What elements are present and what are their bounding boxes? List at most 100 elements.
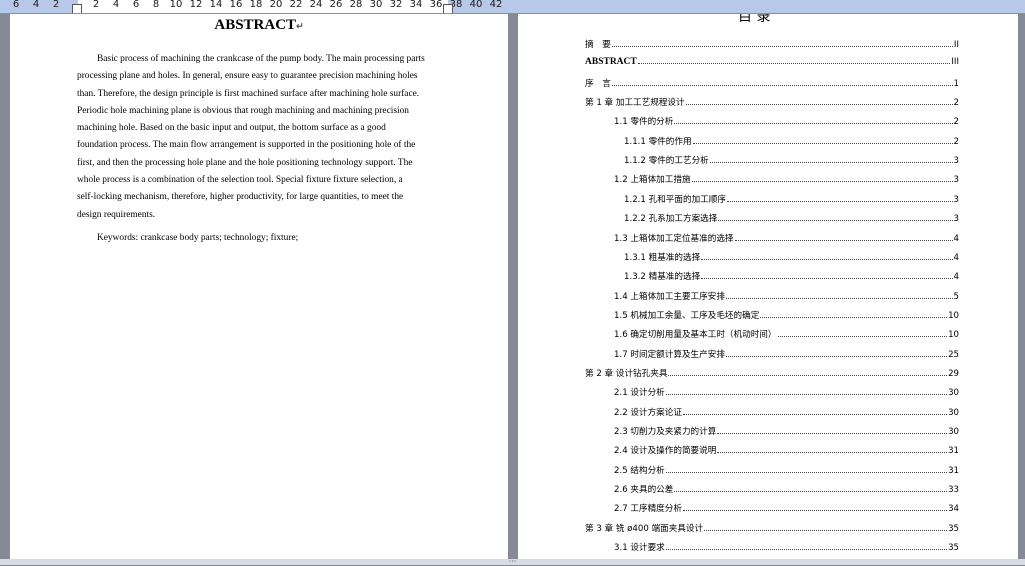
toc-entry[interactable]: 1.2 上箱体加工措施 3: [614, 173, 959, 187]
toc-leader-dots: [668, 374, 948, 376]
abstract-line: Basic process of machining the crankcase…: [97, 54, 425, 64]
toc-entry-page: 34: [948, 504, 959, 515]
abstract-body: Basic process of machining the crankcase…: [77, 51, 453, 224]
abstract-title-text: ABSTRACT: [214, 17, 297, 33]
toc-entry-label: 1.4 上箱体加工主要工序安排: [614, 291, 725, 302]
toc-entry-label: 1.2.2 孔系加工方案选择: [624, 214, 718, 225]
ruler-tick-label: 30: [369, 0, 383, 10]
ruler-tick-label: 2: [52, 0, 60, 10]
ruler-tick-label: 36: [429, 0, 443, 10]
toc-leader-dots: [704, 529, 948, 531]
toc-leader-dots: [685, 103, 953, 106]
toc-leader-dots: [611, 84, 953, 86]
toc-entry[interactable]: 第 1 章 加工工艺规程设计 2: [585, 96, 959, 110]
toc-entry[interactable]: 2.4 设计及操作的简要说明 31: [614, 444, 959, 458]
toc-entry[interactable]: 1.1 零件的分析 2: [614, 115, 959, 129]
horizontal-ruler[interactable]: 6 4 2 2 4 6 8 10 12 14 16 18 20 22 24 26 28 30 32 34 36 38 40 4…: [0, 0, 1025, 14]
ruler-tick-label: 12: [189, 0, 203, 10]
ruler-tick-label: 14: [209, 0, 223, 10]
toc-entry-page: 3: [953, 175, 959, 186]
toc-entry-page: 29: [948, 368, 959, 379]
left-indent-marker[interactable]: [72, 4, 82, 13]
toc-leader-dots: [717, 451, 948, 454]
toc-leader-dots: [665, 548, 948, 551]
toc-entry-page: 31: [948, 465, 959, 476]
toc-entry-page: III: [951, 57, 959, 68]
toc-entry-label: 1.1.1 零件的作用: [624, 136, 692, 147]
toc-entry[interactable]: 1.3.2 精基准的选择 4: [624, 270, 959, 284]
ruler-tick-label: 6: [132, 0, 140, 10]
toc-entry[interactable]: 1.1.1 零件的作用 2: [624, 135, 959, 149]
toc-entry[interactable]: 2.7 工序精度分析 34: [614, 502, 959, 516]
page-gap: [508, 14, 518, 559]
toc-page: 目 录 摘 要 II ABSTRACT III 序 言1第 1 章 加工工艺规程设计 2 1…: [518, 14, 1018, 559]
ruler-tick-label: 16: [229, 0, 243, 10]
toc-leader-dots: [734, 239, 953, 241]
toc-leader-dots: [665, 393, 948, 396]
abstract-line: Periodic hole machining plane is obvious…: [77, 105, 409, 116]
ruler-tick-label: 24: [309, 0, 323, 10]
toc-entry-label: 第 2 章 设计钻孔夹具: [585, 368, 668, 379]
toc-entry-label: 2.3 切削力及夹紧力的计算: [614, 427, 717, 437]
toc-entry[interactable]: 2.5 结构分析 31: [614, 464, 959, 478]
toc-leader-dots: [717, 432, 948, 434]
toc-entry-page: 3: [953, 194, 959, 205]
toc-entry[interactable]: 2.3 切削力及夹紧力的计算 30: [614, 425, 959, 439]
toc-entry[interactable]: 1.1.2 零件的工艺分析 3: [624, 154, 959, 168]
toc-entry-page: 10: [948, 330, 959, 341]
toc-leader-dots: [709, 161, 953, 164]
toc-entry-page: 2: [953, 136, 959, 147]
toc-entry[interactable]: 1.2.2 孔系加工方案选择 3: [624, 212, 959, 226]
toc-entry-page: 30: [948, 427, 959, 437]
ruler-tick-label: 34: [409, 0, 423, 10]
toc-entry[interactable]: 2.1 设计分析 30: [614, 386, 959, 400]
toc-entry[interactable]: 2.2 设计方案论证 30: [614, 406, 959, 420]
abstract-line: foundation process. The main flow arrang…: [77, 140, 416, 151]
toc-leader-dots: [701, 258, 953, 260]
toc-entry[interactable]: 1.3 上箱体加工定位基准的选择 4: [614, 232, 959, 246]
toc-leader-dots: [725, 355, 948, 357]
toc-entry-page: 2: [953, 98, 959, 109]
toc-entry[interactable]: 1.6 确定切削用量及基本工时（机动时间） 10: [614, 328, 959, 342]
toc-leader-dots: [718, 219, 953, 222]
toc-entry[interactable]: ABSTRACT III: [585, 57, 959, 71]
toc-entry[interactable]: 第 2 章 设计钻孔夹具 29: [585, 367, 959, 381]
toc-entry[interactable]: 1.3.1 粗基准的选择 4: [624, 251, 959, 265]
toc-entry-label: 2.1 设计分析: [614, 388, 665, 399]
toc-entry-label: 2.4 设计及操作的简要说明: [614, 446, 717, 457]
toc-entry[interactable]: 1.4 上箱体加工主要工序安排 5: [614, 290, 959, 304]
toc-entry[interactable]: 第 3 章 铣 ø400 端面夹具设计 35: [585, 522, 959, 536]
ruler-tick-label: 28: [349, 0, 363, 10]
toc-entry[interactable]: 摘 要 II: [585, 38, 959, 52]
toc-entry[interactable]: 1.2.1 孔和平面的加工顺序 3: [624, 193, 959, 207]
toc-entry-label: 1.1 零件的分析: [614, 117, 674, 128]
ruler-tick-label: 18: [249, 0, 263, 10]
toc-entry[interactable]: 1.7 时间定额计算及生产安排 25: [614, 348, 959, 362]
toc-leader-dots: [682, 413, 948, 415]
right-indent-marker[interactable]: [443, 4, 453, 13]
toc-leader-dots: [760, 316, 948, 318]
ruler-tick-label: 6: [12, 0, 20, 10]
toc-entry-page: 30: [948, 388, 959, 399]
toc-entry[interactable]: 1.5 机械加工余量、工序及毛坯的确定 10: [614, 309, 959, 323]
toc-entry[interactable]: 3.1 设计要求 35: [614, 541, 959, 555]
toc-entry-page: 30: [948, 407, 959, 418]
toc-leader-dots: [691, 180, 953, 183]
toc-entry-label: 2.7 工序精度分析: [614, 504, 682, 515]
toc-entry-label: 1.3 上箱体加工定位基准的选择: [614, 233, 734, 244]
toc-entry-page: II: [953, 40, 959, 50]
abstract-line: machining hole. Based on the basic input…: [77, 123, 386, 134]
toc-entry[interactable]: 序 言 1: [585, 77, 959, 91]
toc-entry-page: 25: [948, 349, 959, 360]
toc-entry-page: 4: [953, 233, 959, 244]
toc-entry-label: 1.5 机械加工余量、工序及毛坯的确定: [614, 310, 760, 321]
toc-entry-label: 2.2 设计方案论证: [614, 407, 682, 418]
toc-entry[interactable]: 2.6 夹具的公差 33: [614, 483, 959, 497]
toc-entry-label: 序 言: [585, 78, 611, 89]
ruler-tick-label: 26: [329, 0, 343, 10]
toc-entry-label: 1.2 上箱体加工措施: [614, 175, 691, 186]
ruler-tick-label: 4: [32, 0, 40, 10]
left-gutter: [0, 14, 10, 559]
toc-entry-label: 第 3 章 铣 ø400 端面夹具设计: [585, 523, 704, 534]
toc-leader-dots: [674, 122, 953, 125]
